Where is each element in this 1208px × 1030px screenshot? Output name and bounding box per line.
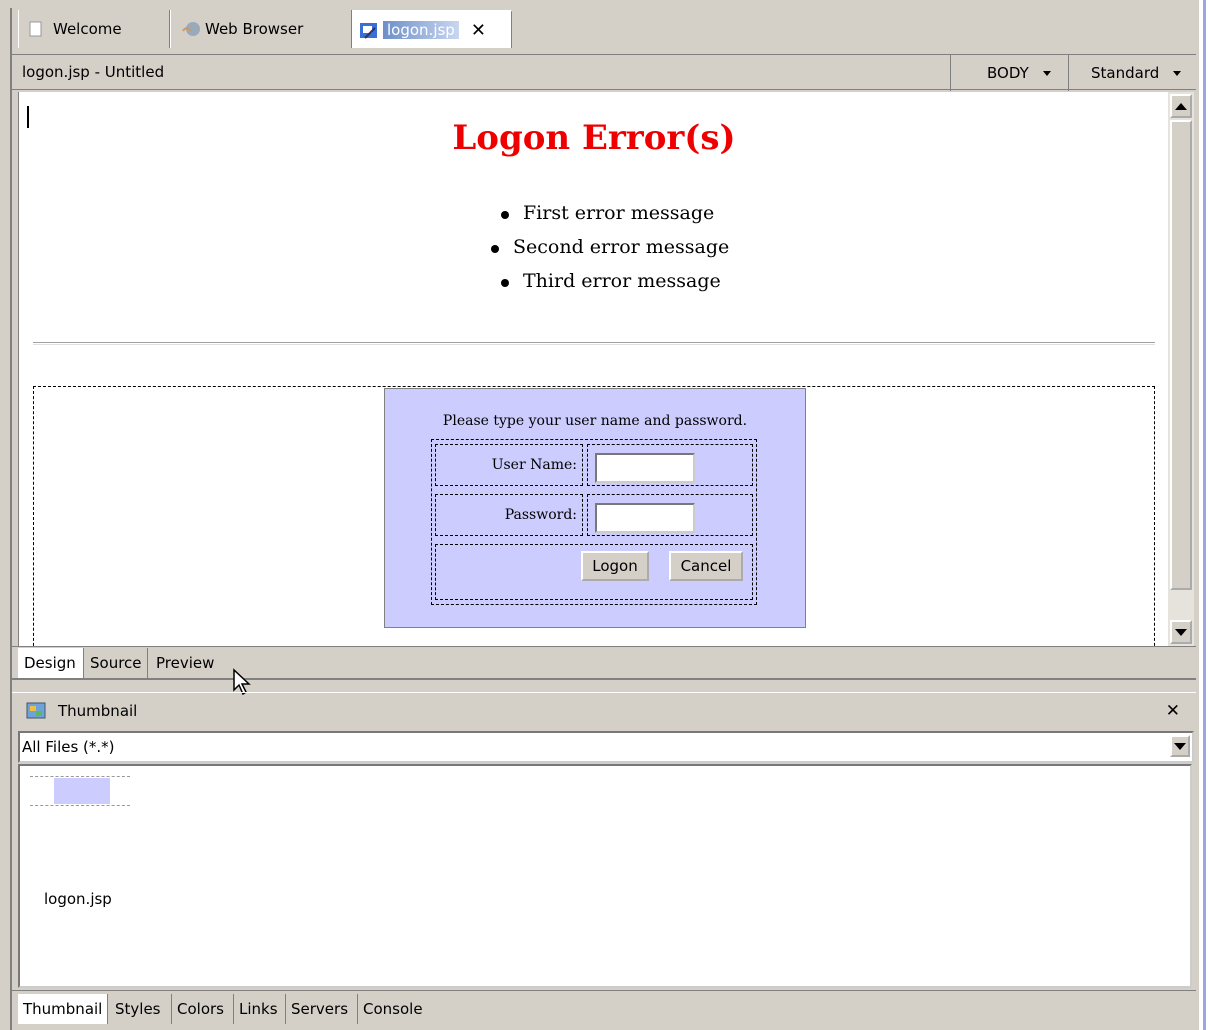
tab-colors[interactable]: Colors <box>174 994 234 1024</box>
tab-styles[interactable]: Styles <box>112 994 172 1024</box>
tab-label: logon.jsp <box>383 21 459 39</box>
tab-welcome[interactable]: Welcome <box>18 10 170 48</box>
filter-dropdown-button[interactable] <box>1170 735 1190 757</box>
editor-toolbar: logon.jsp - Untitled BODY Standard <box>12 54 1196 91</box>
scroll-up-button[interactable] <box>1170 94 1192 118</box>
arrow-down-icon <box>1175 628 1187 636</box>
tab-design[interactable]: Design <box>18 648 84 678</box>
username-field[interactable] <box>595 453 695 483</box>
design-canvas[interactable]: Logon Error(s) First error message Secon… <box>18 92 1168 646</box>
tab-logon-jsp[interactable]: logon.jsp ✕ <box>352 10 512 48</box>
page-icon <box>29 21 47 37</box>
error-item: Third error message <box>501 270 721 292</box>
password-label: Password: <box>504 507 577 523</box>
window-edge <box>1199 0 1208 1030</box>
arrow-up-icon <box>1175 102 1187 110</box>
tab-source[interactable]: Source <box>86 648 148 678</box>
file-filter-value: All Files (*.*) <box>22 738 115 756</box>
username-label: User Name: <box>491 457 577 473</box>
cancel-button[interactable]: Cancel <box>669 551 743 581</box>
thumbnail-view-header: Thumbnail ✕ <box>12 692 1196 728</box>
page-thumbnail[interactable] <box>30 776 130 806</box>
tab-preview[interactable]: Preview <box>152 648 222 678</box>
tab-web-browser[interactable]: Web Browser <box>170 10 352 48</box>
tag-selector-value: BODY <box>987 64 1029 82</box>
document-title: logon.jsp - Untitled <box>22 63 165 81</box>
logon-button[interactable]: Logon <box>581 551 649 581</box>
password-field[interactable] <box>595 503 695 533</box>
tag-selector-dropdown[interactable]: BODY <box>950 55 1068 91</box>
horizontal-rule <box>33 342 1155 345</box>
thumbnail-area: logon.jsp <box>18 764 1192 988</box>
thumbnail-file-name[interactable]: logon.jsp <box>44 890 112 908</box>
file-filter-select[interactable]: All Files (*.*) <box>18 731 1194 763</box>
chevron-down-icon <box>1042 70 1051 76</box>
scroll-down-button[interactable] <box>1170 620 1192 644</box>
scroll-thumb[interactable] <box>1170 120 1192 590</box>
tab-servers[interactable]: Servers <box>288 994 358 1024</box>
tab-console[interactable]: Console <box>360 994 430 1024</box>
error-item: First error message <box>500 202 715 224</box>
thumbnail-view-title: Thumbnail <box>58 701 138 720</box>
globe-hand-icon <box>181 21 200 37</box>
tab-label: Web Browser <box>205 20 304 38</box>
view-mode-value: Standard <box>1091 64 1160 82</box>
logon-panel: Please type your user name and password.… <box>384 388 806 628</box>
vertical-scrollbar[interactable] <box>1168 92 1194 646</box>
tab-label: Welcome <box>53 20 122 38</box>
tab-links[interactable]: Links <box>236 994 286 1024</box>
close-tab-icon[interactable]: ✕ <box>471 20 486 41</box>
close-view-icon[interactable]: ✕ <box>1166 701 1180 721</box>
view-mode-dropdown[interactable]: Standard <box>1068 55 1196 91</box>
thumbnail-icon <box>26 701 48 721</box>
page-heading: Logon Error(s) <box>452 118 736 158</box>
jsp-file-icon <box>359 22 377 39</box>
prompt-text: Please type your user name and password. <box>442 413 748 429</box>
chevron-down-icon <box>1174 742 1186 750</box>
tab-thumbnail[interactable]: Thumbnail <box>18 994 108 1024</box>
error-item: Second error message <box>490 236 730 258</box>
thumbnail-panel-preview <box>54 778 110 804</box>
chevron-down-icon <box>1173 70 1182 76</box>
